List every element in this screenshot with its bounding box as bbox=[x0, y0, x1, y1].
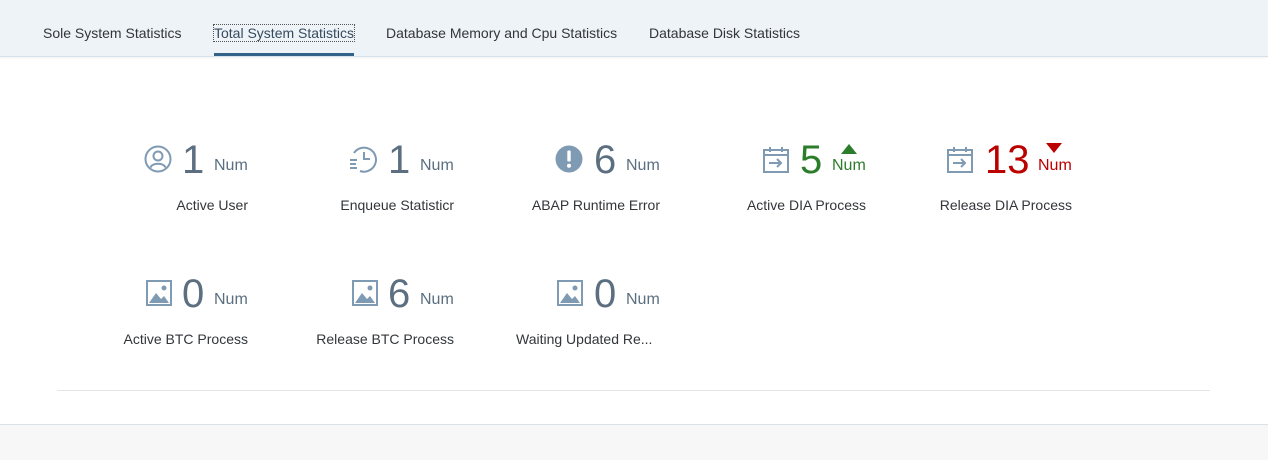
tile-active-user[interactable]: 1 Num Active User bbox=[48, 140, 248, 250]
tile-unit: Num bbox=[214, 291, 248, 308]
tile-enqueue-statistics[interactable]: 1 Num Enqueue Statisticr bbox=[254, 140, 454, 250]
tile-unit: Num bbox=[626, 291, 660, 308]
tab-sole-system-statistics[interactable]: Sole System Statistics bbox=[43, 25, 182, 41]
tile-unit: Num bbox=[214, 157, 248, 174]
tile-value: 1 bbox=[182, 138, 205, 182]
tile-label: Active User bbox=[176, 197, 248, 213]
history-icon bbox=[348, 144, 378, 174]
tile-value: 6 bbox=[594, 138, 617, 182]
tile-abap-runtime-error[interactable]: 6 Num ABAP Runtime Error bbox=[460, 140, 660, 250]
tile-value: 0 bbox=[182, 272, 205, 316]
tab-database-disk-statistics[interactable]: Database Disk Statistics bbox=[649, 25, 800, 41]
tile-label: Release DIA Process bbox=[939, 197, 1072, 213]
tile-label: Active BTC Process bbox=[123, 331, 248, 347]
tile-unit: Num bbox=[832, 157, 866, 174]
tile-unit: Num bbox=[626, 157, 660, 174]
tab-total-system-statistics[interactable]: Total System Statistics bbox=[212, 24, 356, 42]
tile-value: 1 bbox=[388, 138, 411, 182]
tile-value: 0 bbox=[594, 272, 617, 316]
tile-label: Waiting Updated Re... bbox=[516, 331, 653, 347]
calendar-process-icon bbox=[761, 144, 791, 174]
tile-release-btc-process[interactable]: 6 Num Release BTC Process bbox=[254, 274, 454, 384]
tile-value: 5 bbox=[800, 138, 823, 182]
tile-label: ABAP Runtime Error bbox=[531, 197, 660, 213]
tile-unit: Num bbox=[1038, 157, 1072, 174]
tab-bar: Sole System Statistics Total System Stat… bbox=[0, 0, 1268, 57]
error-icon bbox=[554, 144, 584, 174]
tile-waiting-updated-requests[interactable]: 0 Num Waiting Updated Re... bbox=[460, 274, 660, 384]
image-icon bbox=[555, 278, 585, 308]
image-icon bbox=[144, 278, 174, 308]
image-icon bbox=[350, 278, 380, 308]
selected-tab-indicator bbox=[214, 53, 354, 56]
tile-value: 6 bbox=[388, 272, 411, 316]
page-footer bbox=[0, 424, 1268, 460]
tab-database-memory-cpu-statistics[interactable]: Database Memory and Cpu Statistics bbox=[386, 25, 617, 41]
tile-label: Release BTC Process bbox=[316, 331, 454, 347]
tile-active-dia-process[interactable]: 5 Num Active DIA Process bbox=[666, 140, 866, 250]
tile-unit: Num bbox=[420, 291, 454, 308]
user-icon bbox=[143, 144, 173, 174]
tile-active-btc-process[interactable]: 0 Num Active BTC Process bbox=[48, 274, 248, 384]
trend-up-icon bbox=[841, 144, 857, 154]
tile-release-dia-process[interactable]: 13 Num Release DIA Process bbox=[872, 140, 1072, 250]
tile-label: Enqueue Statisticr bbox=[340, 197, 454, 213]
tile-unit: Num bbox=[420, 157, 454, 174]
tile-value: 13 bbox=[985, 138, 1030, 182]
trend-down-icon bbox=[1046, 143, 1062, 153]
tile-label: Active DIA Process bbox=[746, 197, 866, 213]
content-divider bbox=[57, 390, 1210, 391]
calendar-process-icon bbox=[945, 144, 975, 174]
